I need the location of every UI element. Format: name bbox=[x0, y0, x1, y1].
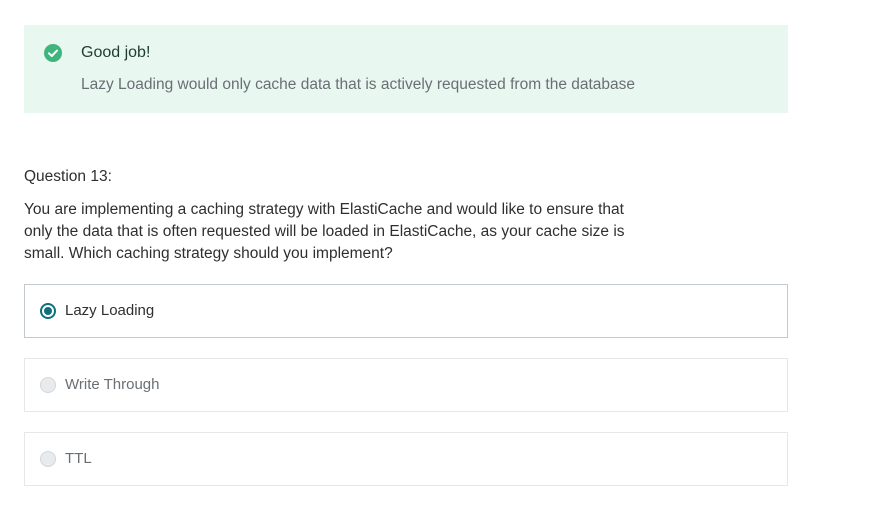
answer-option-write-through[interactable]: Write Through bbox=[24, 358, 788, 412]
feedback-explanation: Lazy Loading would only cache data that … bbox=[81, 76, 636, 93]
answer-option-label: TTL bbox=[65, 450, 92, 467]
feedback-banner: Good job! Lazy Loading would only cache … bbox=[24, 25, 788, 113]
radio-unselected-icon[interactable] bbox=[40, 451, 56, 467]
question-number: Question 13: bbox=[24, 168, 112, 185]
question-text: You are implementing a caching strategy … bbox=[24, 201, 625, 262]
answer-option-lazy-loading[interactable]: Lazy Loading bbox=[24, 284, 788, 338]
radio-selected-icon[interactable] bbox=[40, 303, 56, 319]
check-circle-icon bbox=[44, 44, 62, 62]
radio-unselected-icon[interactable] bbox=[40, 377, 56, 393]
answer-option-ttl[interactable]: TTL bbox=[24, 432, 788, 486]
feedback-title: Good job! bbox=[81, 44, 151, 61]
answer-option-label: Write Through bbox=[65, 376, 160, 393]
answer-option-label: Lazy Loading bbox=[65, 302, 155, 319]
